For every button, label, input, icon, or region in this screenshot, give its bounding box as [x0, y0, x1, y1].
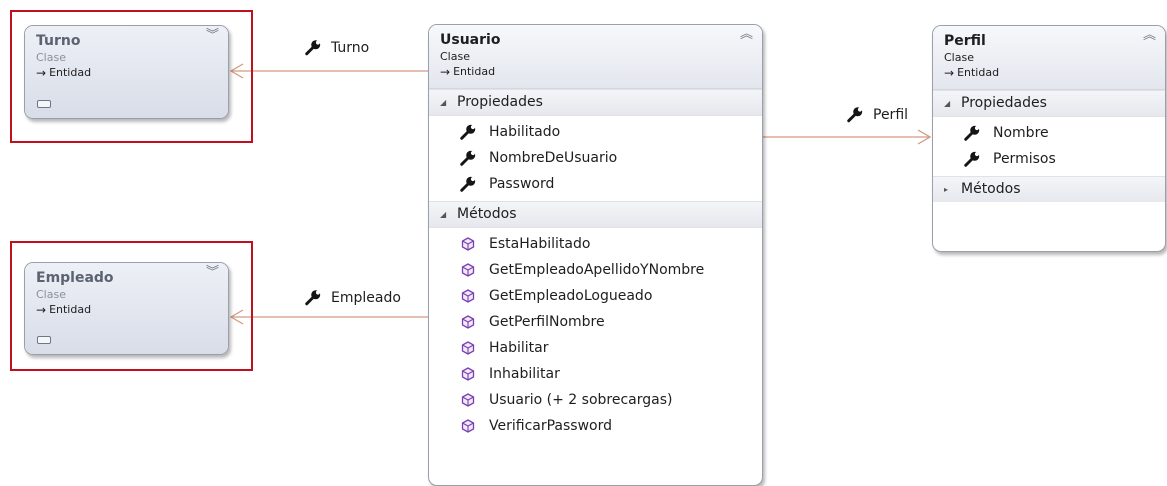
base-class-name: Entidad	[49, 303, 92, 316]
class-stereotype: Clase	[36, 288, 66, 301]
property-item[interactable]: Habilitado	[429, 119, 762, 145]
method-item[interactable]: Habilitar	[429, 335, 762, 361]
base-class-name: Entidad	[957, 66, 1000, 79]
method-item[interactable]: GetEmpleadoLogueado	[429, 283, 762, 309]
chevron-double-up-icon[interactable]: ︽	[1143, 29, 1156, 43]
method-name: GetEmpleadoApellidoYNombre	[489, 262, 705, 278]
method-item[interactable]: VerificarPassword	[429, 413, 762, 439]
class-shape-icon	[37, 336, 51, 344]
triangle-down-icon: ◢	[440, 210, 447, 219]
class-name: Empleado	[36, 270, 114, 286]
wrench-icon	[460, 150, 476, 166]
association-name: Perfil	[873, 106, 909, 123]
method-item[interactable]: GetEmpleadoApellidoYNombre	[429, 257, 762, 283]
association-label-turno[interactable]: Turno	[304, 38, 369, 57]
section-properties[interactable]: ◢ Propiedades	[933, 90, 1165, 117]
section-label: Propiedades	[961, 95, 1047, 111]
method-cube-icon	[461, 237, 475, 251]
inheritance-arrow-icon: →	[36, 303, 47, 317]
property-name: NombreDeUsuario	[489, 150, 618, 166]
method-item[interactable]: EstaHabilitado	[429, 231, 762, 257]
base-class-name: Entidad	[453, 65, 496, 78]
class-base: → Entidad	[36, 302, 218, 318]
association-label-perfil[interactable]: Perfil	[846, 105, 908, 124]
chevron-double-up-icon[interactable]: ︽	[740, 28, 753, 42]
wrench-icon	[460, 176, 476, 192]
class-stereotype: Clase	[944, 51, 974, 64]
method-cube-icon	[461, 341, 475, 355]
method-name: Habilitar	[489, 340, 549, 356]
wrench-icon	[847, 107, 863, 123]
class-header: Empleado Clase → Entidad ︾	[25, 263, 228, 354]
wrench-icon	[964, 125, 980, 141]
method-name: Usuario (+ 2 sobrecargas)	[489, 392, 673, 408]
property-name: Nombre	[993, 125, 1049, 141]
triangle-down-icon: ◢	[440, 98, 447, 107]
class-stereotype: Clase	[36, 51, 66, 64]
method-cube-icon	[461, 393, 475, 407]
method-cube-icon	[461, 263, 475, 277]
class-name: Turno	[36, 33, 81, 49]
method-cube-icon	[461, 315, 475, 329]
property-list: Nombre Permisos	[933, 117, 1165, 176]
class-turno[interactable]: Turno Clase → Entidad ︾	[24, 25, 229, 119]
inheritance-arrow-icon: →	[36, 66, 47, 80]
base-class-name: Entidad	[49, 66, 92, 79]
method-list: EstaHabilitado GetEmpleadoApellidoYNombr…	[429, 228, 762, 443]
method-name: GetPerfilNombre	[489, 314, 605, 330]
method-name: EstaHabilitado	[489, 236, 591, 252]
class-header: Usuario Clase → Entidad ︽	[429, 25, 762, 89]
section-methods[interactable]: ▸ Métodos	[933, 176, 1165, 202]
method-item[interactable]: Inhabilitar	[429, 361, 762, 387]
wrench-icon	[964, 151, 980, 167]
method-name: VerificarPassword	[489, 418, 612, 434]
triangle-down-icon: ◢	[944, 99, 951, 108]
class-name: Perfil	[944, 33, 986, 49]
wrench-icon	[460, 124, 476, 140]
association-label-empleado[interactable]: Empleado	[304, 288, 401, 307]
section-label: Propiedades	[457, 94, 543, 110]
method-name: Inhabilitar	[489, 366, 560, 382]
property-item[interactable]: Nombre	[933, 120, 1165, 146]
method-cube-icon	[461, 289, 475, 303]
class-usuario[interactable]: Usuario Clase → Entidad ︽ ◢ Propiedades H…	[428, 24, 763, 486]
class-base: → Entidad	[36, 65, 218, 81]
class-perfil[interactable]: Perfil Clase → Entidad ︽ ◢ Propiedades No…	[932, 25, 1166, 252]
property-name: Habilitado	[489, 124, 561, 140]
section-properties[interactable]: ◢ Propiedades	[429, 89, 762, 116]
wrench-icon	[305, 290, 321, 306]
class-base: → Entidad	[440, 64, 752, 80]
method-cube-icon	[461, 367, 475, 381]
chevron-double-down-icon[interactable]: ︾	[206, 266, 219, 280]
association-name: Empleado	[331, 289, 401, 306]
method-cube-icon	[461, 419, 475, 433]
section-methods[interactable]: ◢ Métodos	[429, 201, 762, 228]
property-item[interactable]: Permisos	[933, 146, 1165, 172]
property-item[interactable]: Password	[429, 171, 762, 197]
inheritance-arrow-icon: →	[944, 66, 955, 80]
chevron-double-down-icon[interactable]: ︾	[206, 29, 219, 43]
class-empleado[interactable]: Empleado Clase → Entidad ︾	[24, 262, 229, 355]
property-name: Password	[489, 176, 555, 192]
triangle-right-icon: ▸	[944, 185, 949, 194]
class-shape-icon	[37, 100, 51, 108]
method-item[interactable]: Usuario (+ 2 sobrecargas)	[429, 387, 762, 413]
section-label: Métodos	[457, 206, 517, 222]
property-list: Habilitado NombreDeUsuario Password	[429, 116, 762, 201]
class-base: → Entidad	[944, 65, 1155, 81]
wrench-icon	[305, 40, 321, 56]
class-header: Turno Clase → Entidad ︾	[25, 26, 228, 118]
property-item[interactable]: NombreDeUsuario	[429, 145, 762, 171]
class-header: Perfil Clase → Entidad ︽	[933, 26, 1165, 90]
class-name: Usuario	[440, 32, 501, 48]
method-name: GetEmpleadoLogueado	[489, 288, 653, 304]
inheritance-arrow-icon: →	[440, 65, 451, 79]
method-item[interactable]: GetPerfilNombre	[429, 309, 762, 335]
section-label: Métodos	[961, 181, 1021, 197]
class-stereotype: Clase	[440, 50, 470, 63]
association-name: Turno	[331, 39, 370, 56]
property-name: Permisos	[993, 151, 1056, 167]
